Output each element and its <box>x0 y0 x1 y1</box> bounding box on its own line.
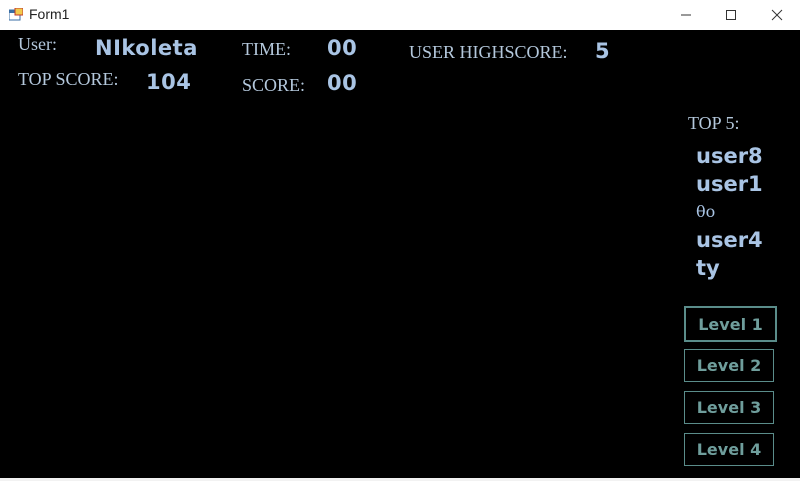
top5-entry: user8 <box>696 144 763 168</box>
maximize-icon <box>726 10 736 20</box>
window-title: Form1 <box>29 6 70 22</box>
user-highscore-value: 5 <box>595 39 611 63</box>
level-4-button[interactable]: Level 4 <box>684 433 774 466</box>
user-label: User: <box>18 34 57 54</box>
time-value: 00 <box>327 36 358 60</box>
top5-entry: θo <box>696 202 716 221</box>
level-1-button[interactable]: Level 1 <box>684 306 777 342</box>
close-button[interactable] <box>754 0 800 30</box>
user-value: NIkoleta <box>95 36 198 60</box>
score-value: 00 <box>327 71 358 95</box>
user-highscore-label: USER HIGHSCORE: <box>409 42 568 62</box>
form-icon <box>9 8 23 21</box>
minimize-icon <box>681 14 691 16</box>
maximize-button[interactable] <box>708 0 754 30</box>
close-icon <box>771 9 783 21</box>
top5-entry: ty <box>696 256 720 280</box>
minimize-button[interactable] <box>663 0 709 30</box>
top5-list: user8 user1 θo user4 ty <box>696 142 786 282</box>
score-label: SCORE: <box>242 75 306 95</box>
top5-entry: user4 <box>696 228 763 252</box>
title-bar[interactable]: Form1 <box>0 0 800 30</box>
time-label: TIME: <box>242 39 291 59</box>
top-score-label: TOP SCORE: <box>18 69 119 89</box>
level-3-button[interactable]: Level 3 <box>684 391 774 424</box>
level-2-button[interactable]: Level 2 <box>684 349 774 382</box>
game-area[interactable]: User: NIkoleta TOP SCORE: 104 TIME: 00 S… <box>0 30 800 478</box>
top-score-value: 104 <box>146 70 192 94</box>
top5-entry: user1 <box>696 172 763 196</box>
top5-label: TOP 5: <box>688 113 740 133</box>
